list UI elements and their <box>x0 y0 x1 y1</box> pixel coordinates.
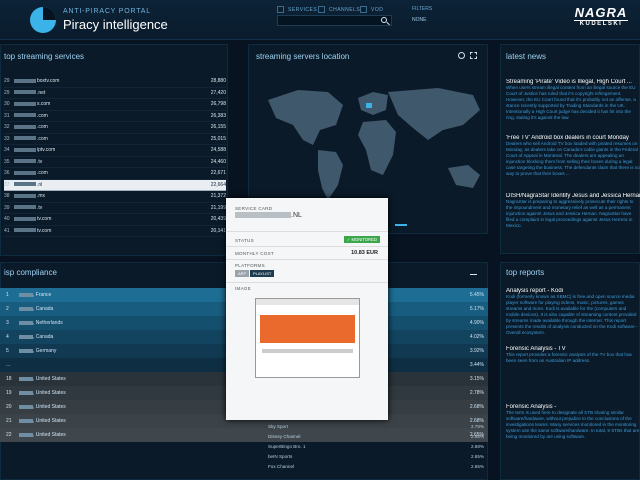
redacted-name <box>14 182 36 187</box>
service-screenshot-image[interactable] <box>255 298 360 378</box>
image-label: IMAGE <box>235 286 252 291</box>
redacted-isp <box>19 292 33 297</box>
service-card-popup: SERVICE CARD .NL STATUS ✓ MONITORED MONT… <box>226 198 388 420</box>
redacted-isp <box>19 306 33 311</box>
search-icon[interactable] <box>381 17 387 23</box>
card-domain: .NL <box>235 212 302 219</box>
isp-title: isp compliance <box>4 268 57 277</box>
streaming-row[interactable]: 31 .com 26,383 <box>4 111 226 122</box>
reports-title: top reports <box>506 268 545 277</box>
redacted-name <box>14 228 36 233</box>
highlighted-country[interactable] <box>366 103 372 108</box>
redacted-isp <box>19 348 33 353</box>
streaming-list: 29 boxtv.com 28,880 29 .net 27,420 30 s.com 26,7… <box>4 76 226 237</box>
filters-label: FILTERS <box>412 6 433 12</box>
channel-row[interactable]: beIN Sports 2.65% <box>268 454 488 464</box>
redacted-name <box>14 170 36 175</box>
report-item[interactable]: Forensic Analysis - The term is used here… <box>506 404 640 464</box>
redacted-isp <box>19 432 33 437</box>
portal-logo-icon <box>30 7 56 33</box>
map-title: streaming servers location <box>256 52 350 61</box>
nagra-kudelski-logo: NAGRA KUDELSKI <box>574 5 628 27</box>
redacted-name <box>14 147 36 152</box>
news-item[interactable]: DISH/NagraStar Identify Jesus and Jessic… <box>506 193 640 235</box>
streaming-row[interactable]: 37 .nl 22,664 <box>4 179 226 191</box>
redacted-name <box>14 101 36 106</box>
news-title: latest news <box>506 52 547 61</box>
redacted-isp <box>19 334 33 339</box>
card-divider <box>226 246 388 247</box>
page-title: Piracy intelligence <box>63 17 168 32</box>
status-label: STATUS <box>235 238 254 243</box>
streaming-row[interactable]: 33 .com 25,015 <box>4 134 226 145</box>
report-item[interactable]: Forensic Analysis - TV This report provid… <box>506 346 640 372</box>
search-input[interactable] <box>277 15 392 26</box>
vod-checkbox[interactable] <box>360 6 367 13</box>
cost-label: MONTHLY COST <box>235 251 274 256</box>
filter-vod[interactable]: VOD <box>360 6 383 13</box>
channel-list: Sky Sport 2.78% Disney Channel 2.68% SuperBi… <box>268 424 488 474</box>
platform-tag-app: APP <box>235 270 250 277</box>
redacted-name <box>14 136 36 141</box>
redacted-isp <box>19 418 33 423</box>
channel-row[interactable]: SuperBingo Bro. 1 2.68% <box>268 444 488 454</box>
redacted-name <box>14 113 36 118</box>
platform-tag-playlist: PLAYLIST <box>250 270 275 277</box>
cost-value: 10.83 EUR <box>351 250 378 256</box>
redacted-isp <box>19 390 33 395</box>
streaming-row[interactable]: 30 s.com 26,798 <box>4 99 226 111</box>
streaming-title: top streaming services <box>4 52 85 61</box>
streaming-row[interactable]: 29 boxtv.com 28,880 <box>4 76 226 88</box>
platforms-label: PLATFORMS <box>235 263 265 268</box>
map-zoom-slider[interactable] <box>395 224 407 226</box>
streaming-row[interactable]: 39 .tv 21,199 <box>4 203 226 214</box>
redacted-name <box>14 78 36 83</box>
card-label: SERVICE CARD <box>235 206 273 211</box>
filter-services[interactable]: SERVICES <box>277 6 317 13</box>
world-map[interactable] <box>258 70 490 210</box>
filters-value: NONE <box>412 17 427 23</box>
card-divider <box>226 282 388 283</box>
top-header: ANTI-PIRACY PORTAL Piracy intelligence S… <box>0 0 640 40</box>
redacted-isp <box>19 376 33 381</box>
redacted-isp <box>19 404 33 409</box>
card-divider <box>226 231 388 232</box>
status-badge: ✓ MONITORED <box>343 236 380 243</box>
channel-row[interactable]: Sky Sport 2.78% <box>268 424 488 434</box>
streaming-row[interactable]: 29 .net 27,420 <box>4 88 226 99</box>
settings-gear-icon[interactable] <box>458 52 465 59</box>
portal-label: ANTI-PIRACY PORTAL <box>63 8 151 15</box>
streaming-row[interactable]: 32 .com 26,155 <box>4 122 226 134</box>
redacted-name <box>14 216 36 221</box>
redacted-domain <box>235 212 291 219</box>
news-item[interactable]: Streaming 'Pirate' Video is Illegal, Hig… <box>506 79 640 125</box>
redacted-name <box>14 205 36 210</box>
card-divider <box>226 259 388 260</box>
streaming-row[interactable]: 40 tv.com 20,439 <box>4 214 226 226</box>
fullscreen-icon[interactable] <box>470 52 477 59</box>
channel-row[interactable]: Fox Channel 2.65% <box>268 464 488 474</box>
channels-checkbox[interactable] <box>318 6 325 13</box>
redacted-name <box>14 159 36 164</box>
redacted-name <box>14 124 36 129</box>
download-icon[interactable] <box>470 268 477 275</box>
streaming-row[interactable]: 41 tv.com 20,141 <box>4 226 226 237</box>
redacted-name <box>14 193 36 198</box>
streaming-row[interactable]: 35 .tv 24,460 <box>4 157 226 168</box>
streaming-row[interactable]: 38 .mx 21,372 <box>4 191 226 203</box>
redacted-isp <box>19 320 33 325</box>
news-item[interactable]: 'Free TV' Android box dealers in court M… <box>506 135 640 183</box>
redacted-name <box>14 90 36 95</box>
channel-row[interactable]: Disney Channel 2.68% <box>268 434 488 444</box>
report-item[interactable]: Analysis report - Kodi Kodi (formerly kno… <box>506 288 640 338</box>
filter-channels[interactable]: CHANNELS <box>318 6 360 13</box>
streaming-row[interactable]: 36 .com 22,671 <box>4 168 226 180</box>
streaming-row[interactable]: 34 iptv.com 24,588 <box>4 145 226 157</box>
services-checkbox[interactable] <box>277 6 284 13</box>
